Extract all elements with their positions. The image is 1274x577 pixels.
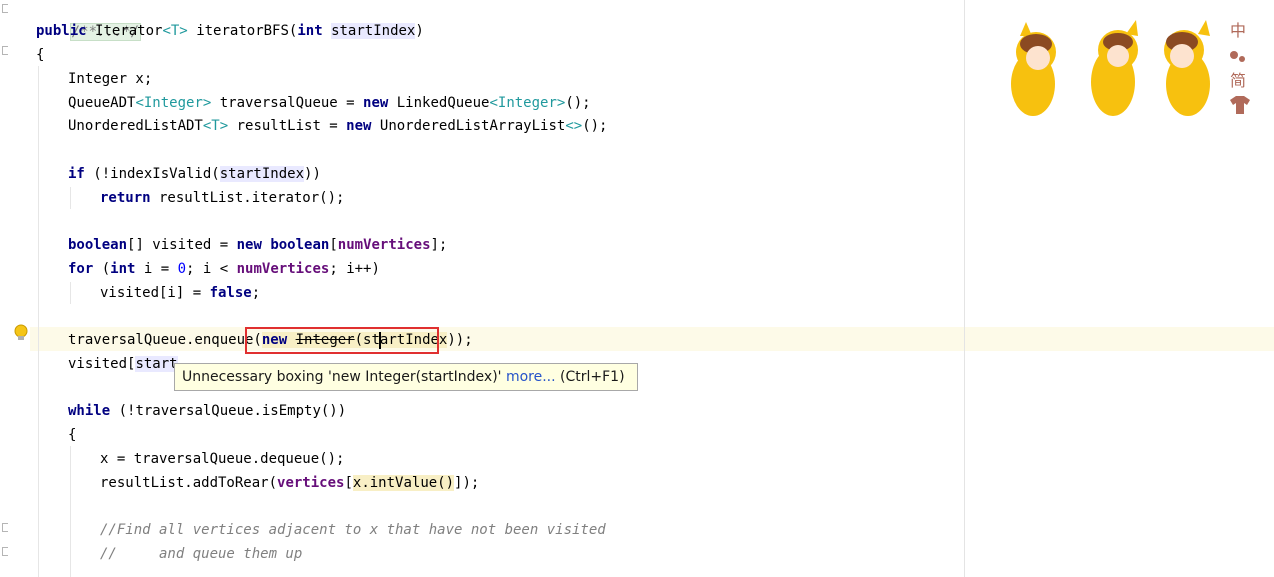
tooltip-more-link[interactable]: more... bbox=[506, 369, 556, 385]
code-line: /**...*/ bbox=[36, 0, 142, 41]
code-text: QueueADT bbox=[68, 95, 136, 111]
generic-param: <Integer> bbox=[135, 95, 212, 111]
keyword-boolean: boolean bbox=[270, 237, 330, 253]
method-name: iteratorBFS( bbox=[196, 23, 298, 39]
fold-marker[interactable] bbox=[2, 46, 8, 55]
code-text: )); bbox=[447, 332, 473, 348]
type-name: Iterator bbox=[95, 23, 163, 39]
mascot-figure-icon bbox=[1011, 22, 1056, 116]
tooltip-shortcut: (Ctrl+F1) bbox=[555, 369, 625, 385]
code-line: for (int i = 0; i < numVertices; i++) bbox=[68, 257, 380, 281]
field-name: numVertices bbox=[236, 261, 330, 277]
fold-marker[interactable] bbox=[2, 4, 8, 13]
editor-gutter bbox=[0, 0, 30, 577]
code-text: resultList = bbox=[228, 118, 347, 134]
code-line: while (!traversalQueue.isEmpty()) bbox=[68, 399, 346, 423]
code-text: ; i < bbox=[186, 261, 237, 277]
code-text: [] visited = bbox=[127, 237, 237, 253]
code-text: i = bbox=[135, 261, 178, 277]
code-line: return resultList.iterator(); bbox=[100, 186, 344, 210]
fold-marker[interactable] bbox=[2, 523, 8, 532]
code-text: [ bbox=[344, 475, 353, 491]
indent-guide bbox=[70, 187, 71, 209]
keyword-int: int bbox=[110, 261, 136, 277]
indent-guide bbox=[38, 66, 39, 577]
code-text: visited[i] = bbox=[100, 285, 210, 301]
param-name: startIndex bbox=[219, 166, 305, 182]
mascot-figure-icon bbox=[1164, 20, 1210, 116]
mascot-figure-icon bbox=[1091, 20, 1138, 116]
code-text: ; i++) bbox=[329, 261, 380, 277]
keyword-new: new bbox=[346, 118, 372, 134]
unboxing-warning-expr[interactable]: x.intValue() bbox=[352, 475, 455, 491]
code-text: UnorderedListADT bbox=[68, 118, 203, 134]
inspection-tooltip: Unnecessary boxing 'new Integer(startInd… bbox=[174, 363, 638, 391]
ime-mode-label: 简 bbox=[1230, 71, 1246, 90]
code-line: if (!indexIsValid(startIndex)) bbox=[68, 162, 321, 186]
keyword-while: while bbox=[68, 403, 111, 419]
code-line: visited[i] = false; bbox=[100, 281, 260, 305]
code-text: [ bbox=[329, 237, 338, 253]
keyword-boolean: boolean bbox=[68, 237, 128, 253]
keyword-int: int bbox=[297, 23, 323, 39]
code-line: UnorderedListADT<T> resultList = new Uno… bbox=[68, 114, 608, 138]
code-text: (!indexIsValid( bbox=[84, 166, 220, 182]
indent-guide bbox=[70, 282, 71, 304]
code-comment: //Find all vertices adjacent to x that h… bbox=[100, 522, 606, 538]
generic-param: <T> bbox=[162, 23, 188, 39]
tooltip-message: Unnecessary boxing 'new Integer(startInd… bbox=[182, 369, 506, 385]
code-line: visited[start bbox=[68, 352, 178, 376]
code-text: ( bbox=[93, 261, 111, 277]
highlight-annotation-box bbox=[245, 327, 439, 354]
code-text: ; bbox=[251, 285, 261, 301]
number-literal: 0 bbox=[177, 261, 187, 277]
param-name: start bbox=[135, 356, 178, 372]
code-comment: // and queue them up bbox=[100, 546, 303, 562]
ime-skin-icon bbox=[1230, 96, 1250, 114]
code-line: public Iterator<T> iteratorBFS(int start… bbox=[36, 19, 424, 43]
code-text: resultList.iterator(); bbox=[150, 190, 345, 206]
right-margin-guide bbox=[964, 0, 965, 577]
code-text: )) bbox=[304, 166, 321, 182]
param-name: startIndex bbox=[331, 23, 416, 39]
code-text: visited[ bbox=[68, 356, 136, 372]
code-text: UnorderedListArrayList bbox=[371, 118, 566, 134]
code-text: traversalQueue.enqueue( bbox=[68, 332, 262, 348]
code-text: ]; bbox=[430, 237, 448, 253]
code-text: LinkedQueue bbox=[388, 95, 490, 111]
code-text: (); bbox=[565, 95, 591, 111]
keyword-return: return bbox=[100, 190, 151, 206]
code-line: resultList.addToRear(vertices[x.intValue… bbox=[100, 471, 479, 495]
paren: ) bbox=[415, 23, 424, 39]
code-line: x = traversalQueue.dequeue(); bbox=[100, 451, 345, 467]
code-text: (!traversalQueue.isEmpty()) bbox=[110, 403, 347, 419]
keyword-new: new bbox=[363, 95, 389, 111]
keyword-false: false bbox=[209, 285, 252, 301]
ime-punctuation-icon bbox=[1230, 51, 1245, 62]
code-line: { bbox=[68, 427, 77, 443]
code-line: { bbox=[36, 47, 45, 63]
code-text: resultList.addToRear( bbox=[100, 475, 278, 491]
code-line: boolean[] visited = new boolean[numVerti… bbox=[68, 233, 447, 257]
fold-marker[interactable] bbox=[2, 547, 8, 556]
field-name: numVertices bbox=[337, 237, 431, 253]
indent-guide bbox=[70, 446, 71, 577]
mascot-sticker: 中 简 bbox=[1011, 20, 1250, 116]
generic-param: <> bbox=[565, 118, 583, 134]
code-line: QueueADT<Integer> traversalQueue = new L… bbox=[68, 91, 591, 115]
code-text: ]); bbox=[454, 475, 480, 491]
keyword-if: if bbox=[68, 166, 85, 182]
code-text: (); bbox=[582, 118, 608, 134]
field-name: vertices bbox=[277, 475, 345, 491]
keyword-public: public bbox=[36, 23, 87, 39]
keyword-new: new bbox=[236, 237, 262, 253]
keyword-for: for bbox=[68, 261, 94, 277]
lightbulb-icon[interactable] bbox=[13, 324, 29, 342]
generic-param: <Integer> bbox=[489, 95, 566, 111]
code-line: Integer x; bbox=[68, 71, 153, 87]
code-text: traversalQueue = bbox=[211, 95, 364, 111]
generic-param: <T> bbox=[202, 118, 229, 134]
ime-language-label: 中 bbox=[1230, 21, 1246, 40]
